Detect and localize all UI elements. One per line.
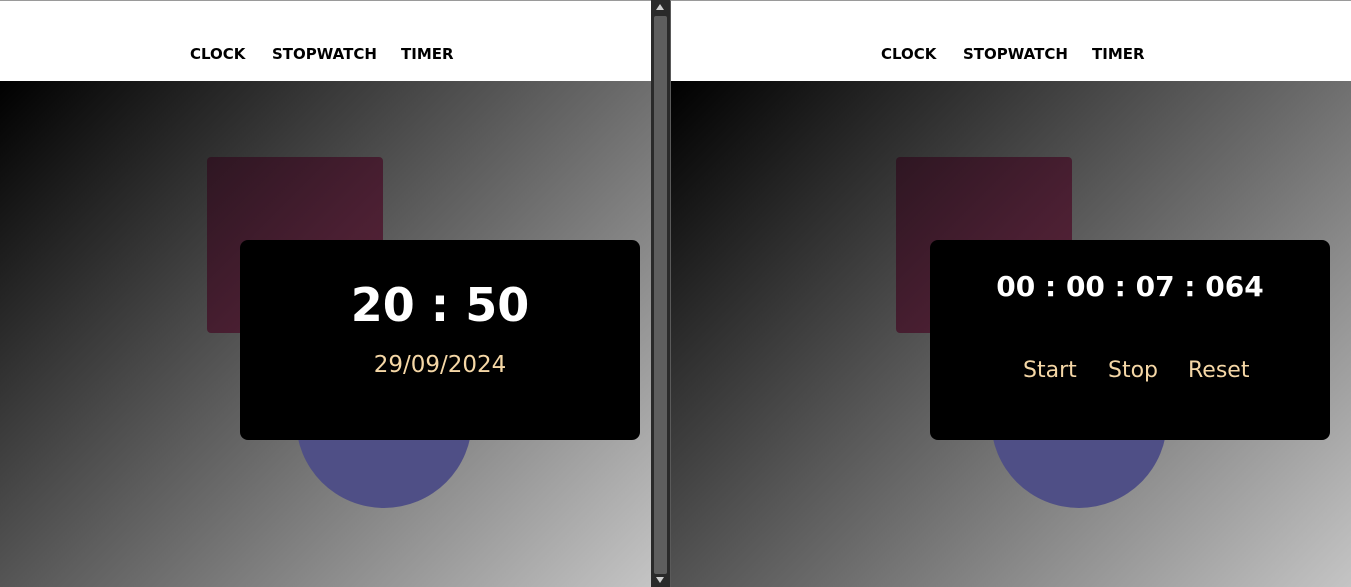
- stop-button[interactable]: Stop: [1108, 358, 1158, 383]
- gradient-background: 20 : 50 29/09/2024: [0, 81, 651, 587]
- nav-bar: CLOCK STOPWATCH TIMER: [0, 1, 651, 81]
- reset-button[interactable]: Reset: [1188, 358, 1249, 383]
- nav-link-stopwatch[interactable]: STOPWATCH: [272, 45, 377, 63]
- vertical-scrollbar[interactable]: [651, 0, 670, 587]
- stopwatch-card: 00 : 00 : 07 : 064 Start Stop Reset: [930, 240, 1330, 440]
- nav-link-stopwatch[interactable]: STOPWATCH: [963, 45, 1068, 63]
- start-button[interactable]: Start: [1023, 358, 1077, 383]
- scroll-thumb[interactable]: [654, 16, 667, 574]
- clock-view-pane: CLOCK STOPWATCH TIMER 20 : 50 29/09/2024: [0, 0, 651, 587]
- scroll-up-arrow-icon[interactable]: [656, 4, 664, 10]
- gradient-background: 00 : 00 : 07 : 064 Start Stop Reset: [671, 81, 1351, 587]
- clock-time: 20 : 50: [350, 278, 530, 332]
- stopwatch-time: 00 : 00 : 07 : 064: [996, 270, 1264, 303]
- clock-card: 20 : 50 29/09/2024: [240, 240, 640, 440]
- nav-link-timer[interactable]: TIMER: [1092, 45, 1145, 63]
- nav-link-clock[interactable]: CLOCK: [190, 45, 245, 63]
- nav-link-clock[interactable]: CLOCK: [881, 45, 936, 63]
- stopwatch-view-pane: CLOCK STOPWATCH TIMER 00 : 00 : 07 : 064…: [670, 0, 1351, 587]
- clock-date: 29/09/2024: [373, 352, 507, 378]
- nav-bar: CLOCK STOPWATCH TIMER: [671, 1, 1351, 81]
- nav-link-timer[interactable]: TIMER: [401, 45, 454, 63]
- scroll-down-arrow-icon[interactable]: [656, 577, 664, 583]
